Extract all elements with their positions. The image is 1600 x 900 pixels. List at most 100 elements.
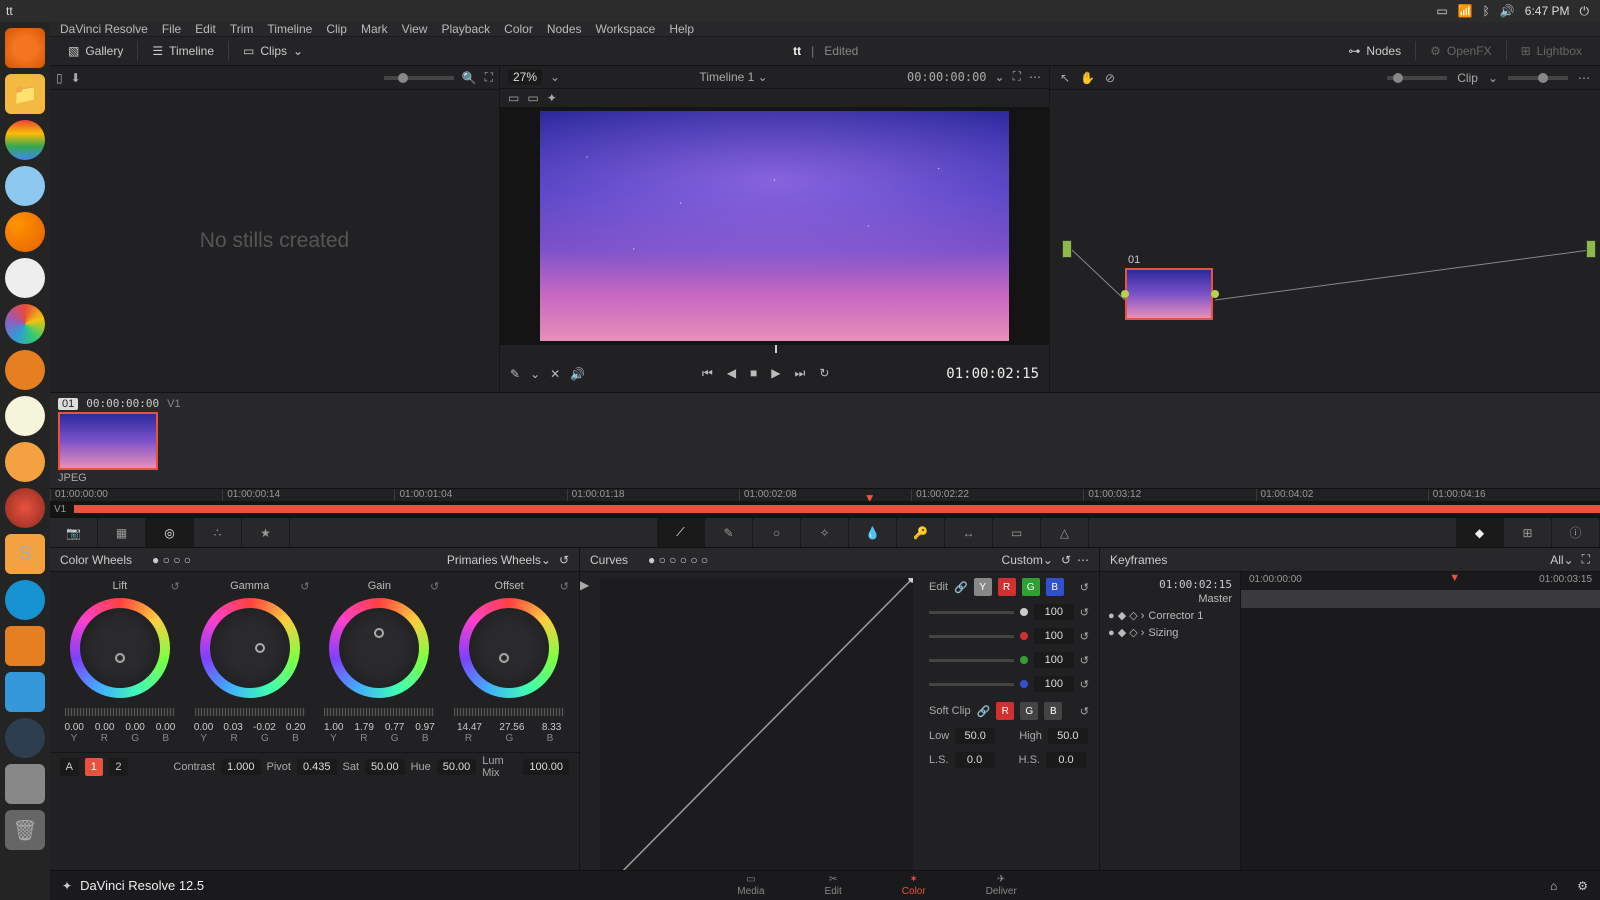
dock-app6-icon[interactable] bbox=[5, 672, 45, 712]
version-1-button[interactable]: 1 bbox=[85, 758, 104, 776]
sizing-icon[interactable]: ↔ bbox=[945, 518, 993, 548]
wheel-value[interactable]: 0.00 bbox=[64, 722, 83, 733]
wheel-value[interactable]: 0.03 bbox=[223, 722, 242, 733]
zoom-value[interactable]: 27% bbox=[508, 69, 542, 85]
curves-mode[interactable]: Custom bbox=[1002, 553, 1043, 567]
reset-icon[interactable]: ↺ bbox=[559, 553, 569, 567]
reset-icon[interactable]: ↺ bbox=[1080, 705, 1089, 718]
color-wheel-gain[interactable] bbox=[329, 598, 429, 698]
menu-item[interactable]: Timeline bbox=[267, 22, 312, 36]
version-2-button[interactable]: 2 bbox=[109, 758, 128, 776]
wheel-value[interactable]: 8.33 bbox=[542, 722, 561, 733]
node-slider2[interactable] bbox=[1538, 73, 1548, 83]
channel-b-button[interactable]: B bbox=[1046, 578, 1064, 596]
curve-y-value[interactable]: 100 bbox=[1034, 604, 1074, 620]
reset-icon[interactable]: ↺ bbox=[1080, 678, 1089, 691]
wheel-value[interactable]: 27.56 bbox=[499, 722, 524, 733]
curve-expand-icon[interactable]: ▶ bbox=[580, 578, 589, 592]
qualifier-icon[interactable]: ✎ bbox=[705, 518, 753, 548]
camera-raw-icon[interactable]: 📷 bbox=[50, 518, 98, 548]
stills-size-slider[interactable] bbox=[398, 73, 408, 83]
dock-app4-icon[interactable] bbox=[5, 580, 45, 620]
reset-icon[interactable]: ↺ bbox=[1080, 581, 1089, 594]
curve-b-value[interactable]: 100 bbox=[1034, 676, 1074, 692]
soft-b-button[interactable]: B bbox=[1044, 702, 1062, 720]
node-thumbnail[interactable] bbox=[1125, 268, 1213, 320]
curve-r-value[interactable]: 100 bbox=[1034, 628, 1074, 644]
play-icon[interactable]: ▶ bbox=[771, 366, 780, 381]
menu-item[interactable]: File bbox=[162, 22, 181, 36]
chevron-down-icon[interactable]: ⌄ bbox=[1488, 71, 1498, 85]
curve-graph[interactable] bbox=[600, 578, 913, 894]
menu-item[interactable]: DaVinci Resolve bbox=[60, 22, 148, 36]
chevron-down-icon[interactable]: ⌄ bbox=[995, 70, 1005, 84]
volume-icon[interactable]: 🔊 bbox=[1500, 4, 1515, 18]
soft-g-button[interactable]: G bbox=[1020, 702, 1038, 720]
reset-icon[interactable]: ↺ bbox=[1080, 654, 1089, 667]
kf-playhead-icon[interactable]: ▼ bbox=[1449, 572, 1459, 584]
step-back-icon[interactable]: ◀ bbox=[727, 366, 736, 381]
rgb-mixer-icon[interactable]: ∴ bbox=[194, 518, 242, 548]
chevron-down-icon[interactable]: ⌄ bbox=[541, 553, 551, 567]
hs-value[interactable]: 0.0 bbox=[1046, 752, 1086, 768]
chevron-down-icon[interactable]: ⌄ bbox=[1043, 553, 1053, 567]
dock-app7-icon[interactable] bbox=[5, 718, 45, 758]
mini-timeline[interactable]: 01:00:00:00 01:00:00:14 01:00:01:04 01:0… bbox=[50, 488, 1600, 517]
ls-value[interactable]: 0.0 bbox=[955, 752, 995, 768]
dock-photos-icon[interactable] bbox=[5, 304, 45, 344]
eyedropper-icon[interactable]: ✎ bbox=[510, 367, 520, 381]
gallery-button[interactable]: ▧Gallery bbox=[58, 36, 133, 66]
reset-icon[interactable]: ↺ bbox=[1080, 630, 1089, 643]
page-color[interactable]: ✶Color bbox=[902, 874, 926, 897]
wheel-slider[interactable] bbox=[454, 708, 564, 716]
disable-icon[interactable]: ⊘ bbox=[1105, 71, 1115, 85]
channel-r-button[interactable]: R bbox=[998, 578, 1016, 596]
window-icon[interactable]: ○ bbox=[753, 518, 801, 548]
dock-app8-icon[interactable] bbox=[5, 764, 45, 804]
bluetooth-icon[interactable]: ᛒ bbox=[1483, 4, 1490, 18]
menu-item[interactable]: Clip bbox=[326, 22, 347, 36]
menu-item[interactable]: View bbox=[402, 22, 428, 36]
sat-value[interactable]: 50.00 bbox=[365, 759, 405, 775]
nodes-button[interactable]: ⊶Nodes bbox=[1338, 36, 1411, 66]
lummix-value[interactable]: 100.00 bbox=[523, 759, 569, 775]
close-icon[interactable]: ✕ bbox=[550, 367, 560, 381]
wheel-slider[interactable] bbox=[324, 708, 434, 716]
blur-icon[interactable]: 💧 bbox=[849, 518, 897, 548]
clock[interactable]: 6:47 PM bbox=[1525, 4, 1570, 18]
node-input[interactable] bbox=[1062, 240, 1072, 258]
key-icon[interactable]: 🔑 bbox=[897, 518, 945, 548]
kf-mode[interactable]: All bbox=[1550, 553, 1563, 567]
menu-item[interactable]: Color bbox=[504, 22, 533, 36]
reset-icon[interactable]: ↺ bbox=[430, 580, 439, 593]
wheel-value[interactable]: 0.00 bbox=[125, 722, 144, 733]
reset-icon[interactable]: ↺ bbox=[1061, 553, 1071, 567]
menu-item[interactable]: Playback bbox=[441, 22, 490, 36]
wheel-value[interactable]: 0.00 bbox=[95, 722, 114, 733]
clip-thumbnail[interactable] bbox=[58, 412, 158, 470]
page-media[interactable]: ▭Media bbox=[737, 874, 764, 897]
wheels-mode[interactable]: Primaries Wheels bbox=[447, 553, 541, 567]
keyframe-icon[interactable]: ◆ bbox=[1456, 518, 1504, 548]
node-mode[interactable]: Clip bbox=[1457, 71, 1478, 85]
next-clip-icon[interactable]: ⏭ bbox=[795, 366, 806, 381]
dock-files-icon[interactable]: 📁 bbox=[5, 74, 45, 114]
stills-view1-icon[interactable]: ▯ bbox=[56, 71, 63, 85]
chevron-down-icon[interactable]: ⌄ bbox=[550, 70, 560, 84]
clips-button[interactable]: ▭Clips ⌄ bbox=[233, 36, 313, 66]
color-wheels-icon[interactable]: ◎ bbox=[146, 518, 194, 548]
dock-blender-icon[interactable] bbox=[5, 442, 45, 482]
dock-firefox-icon[interactable] bbox=[5, 212, 45, 252]
link-icon[interactable]: 🔗 bbox=[954, 581, 968, 594]
kf-item[interactable]: Corrector 1 bbox=[1148, 610, 1203, 622]
chevron-down-icon[interactable]: ⌄ bbox=[1564, 553, 1574, 567]
dock-sublime-icon[interactable]: S bbox=[5, 534, 45, 574]
loop-icon[interactable]: ↻ bbox=[819, 366, 829, 381]
wheel-value[interactable]: 0.20 bbox=[286, 722, 305, 733]
pivot-value[interactable]: 0.435 bbox=[297, 759, 337, 775]
channel-y-button[interactable]: Y bbox=[974, 578, 992, 596]
more-icon[interactable]: ⋯ bbox=[1578, 71, 1590, 85]
tracker-icon[interactable]: ✧ bbox=[801, 518, 849, 548]
wheel-value[interactable]: 14.47 bbox=[457, 722, 482, 733]
viewer-scrubber[interactable] bbox=[775, 345, 777, 353]
